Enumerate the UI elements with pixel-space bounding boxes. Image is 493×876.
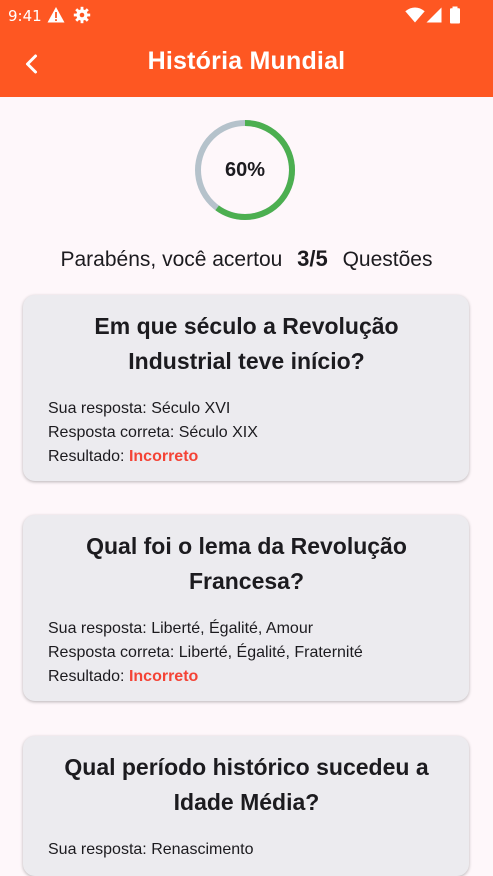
correct-answer-value: Liberté, Égalité, Fraternité: [178, 644, 363, 661]
result-line: Resultado: Incorreto: [48, 665, 445, 689]
signal-icon: [426, 7, 442, 23]
score-summary: Parabéns, você acertou 3/5 Questões: [0, 246, 493, 272]
your-answer-line: Sua resposta: Liberté, Égalité, Amour: [48, 617, 445, 641]
card-question: Qual período histórico sucedeu a Idade M…: [64, 754, 429, 815]
correct-answer-label: Resposta correta:: [48, 644, 175, 661]
result-label: Resultado:: [48, 448, 125, 465]
status-time: 9:41: [8, 7, 42, 25]
correct-answer-line: Resposta correta: Século XIX: [48, 421, 445, 445]
your-answer-line: Sua resposta: Século XVI: [48, 397, 445, 421]
correct-answer-label: Resposta correta:: [48, 424, 175, 441]
your-answer-label: Sua resposta:: [48, 620, 147, 637]
result-card: Qual foi o lema da Revolução Francesa? S…: [23, 515, 469, 701]
your-answer-value: Renascimento: [151, 841, 254, 858]
result-badge-incorrect: Incorreto: [128, 668, 199, 685]
score-value: 3/5: [297, 246, 328, 271]
your-answer-label: Sua resposta:: [48, 400, 147, 417]
settings-gear-icon: [73, 6, 91, 24]
result-line: Resultado: Incorreto: [48, 445, 445, 469]
card-question: Qual foi o lema da Revolução Francesa?: [86, 533, 407, 594]
page-title: História Mundial: [147, 47, 346, 75]
wifi-icon: [405, 7, 425, 23]
battery-icon: [450, 6, 460, 24]
score-suffix: Questões: [342, 248, 433, 271]
card-question: Em que século a Revolução Industrial tev…: [94, 313, 399, 374]
your-answer-line: Sua resposta: Renascimento: [48, 838, 445, 862]
score-progress-ring: 60%: [193, 118, 297, 222]
your-answer-label: Sua resposta:: [48, 841, 147, 858]
status-bar: 9:41: [0, 0, 493, 32]
warning-icon: [47, 7, 65, 23]
correct-answer-line: Resposta correta: Liberté, Égalité, Frat…: [48, 641, 445, 665]
result-card: Qual período histórico sucedeu a Idade M…: [23, 736, 469, 876]
correct-answer-value: Século XIX: [178, 424, 258, 441]
your-answer-value: Século XVI: [151, 400, 231, 417]
result-label: Resultado:: [48, 668, 125, 685]
result-badge-incorrect: Incorreto: [128, 448, 199, 465]
your-answer-value: Liberté, Égalité, Amour: [151, 620, 314, 637]
progress-percent: 60%: [224, 159, 266, 181]
score-prefix: Parabéns, você acertou: [60, 248, 283, 271]
result-card: Em que século a Revolução Industrial tev…: [23, 295, 469, 481]
app-bar: 9:41 História Mundial: [0, 0, 493, 97]
